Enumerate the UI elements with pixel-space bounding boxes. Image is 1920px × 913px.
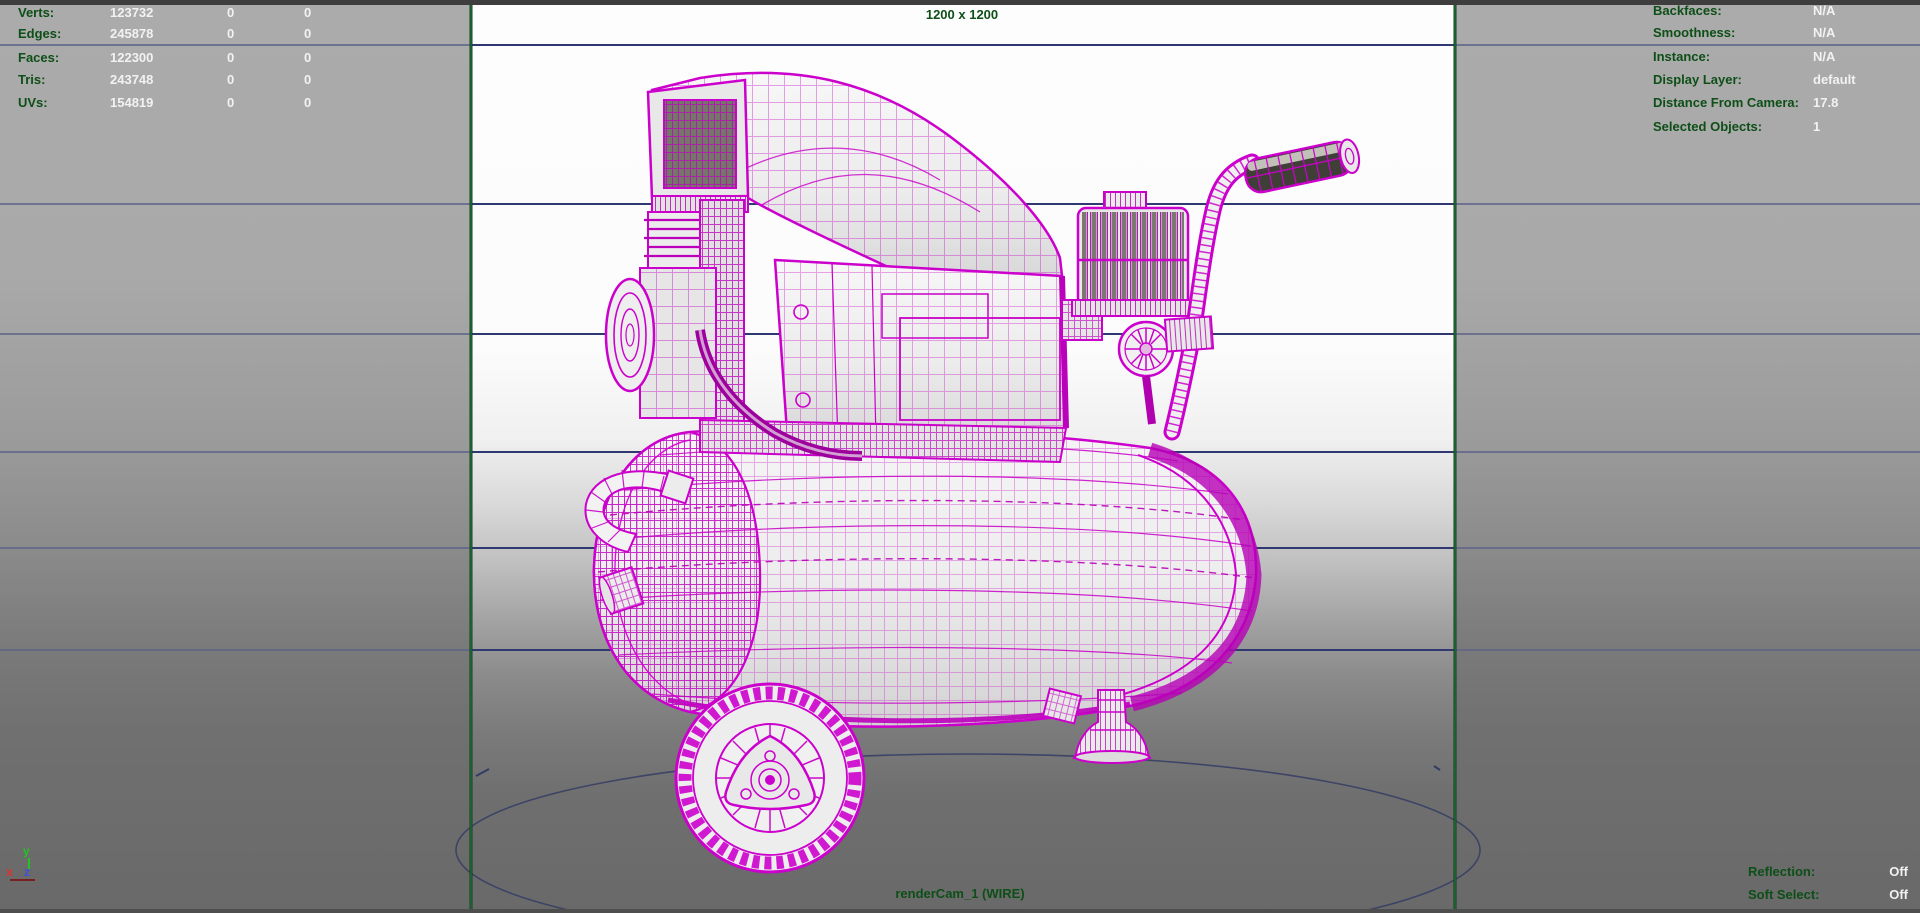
axis-y-label: y	[23, 844, 30, 858]
hud-label: Instance:	[1653, 49, 1711, 64]
hud-value: 0	[227, 5, 235, 20]
hud-value: 17.8	[1813, 95, 1839, 110]
hud-label: Backfaces:	[1653, 3, 1722, 18]
camera-name-label: renderCam_1 (WIRE)	[895, 886, 1025, 901]
hud-label: Tris:	[18, 72, 46, 87]
hud-value: 1	[1813, 119, 1821, 134]
hud-label: Smoothness:	[1653, 25, 1736, 40]
hud-value: 245878	[110, 26, 154, 41]
hud-value: N/A	[1813, 25, 1836, 40]
hud-value: 0	[304, 72, 312, 87]
hud-value: 0	[227, 72, 235, 87]
resolution-gate-label: 1200 x 1200	[925, 7, 999, 22]
model-tank[interactable]	[592, 426, 1262, 728]
viewport-bottom-edge	[0, 909, 1920, 913]
model-wheel[interactable]	[674, 682, 866, 874]
hud-label: Reflection:	[1748, 864, 1816, 879]
axis-x-label: x	[6, 865, 13, 879]
hud-value: 0	[227, 50, 235, 65]
hud-label: Edges:	[18, 26, 62, 41]
hud-value: N/A	[1813, 49, 1836, 64]
hud-label: Soft Select:	[1748, 887, 1820, 902]
hud-value: 0	[227, 95, 235, 110]
hud-label: Distance From Camera:	[1653, 95, 1799, 110]
hud-value: 0	[304, 50, 312, 65]
hud-label: Display Layer:	[1653, 72, 1742, 87]
model-handle[interactable]	[1163, 138, 1362, 441]
hud-value: Off	[1889, 887, 1908, 902]
model-handle-grip[interactable]	[1242, 138, 1362, 195]
hud-value: 0	[227, 26, 235, 41]
hud-value: 0	[304, 26, 312, 41]
viewport-canvas[interactable]: Verts: 123732 0 0 Edges: 245878 0 0 Face…	[0, 0, 1920, 913]
axis-x-line	[10, 879, 35, 881]
hud-value: N/A	[1813, 3, 1836, 18]
hud-label: Selected Objects:	[1653, 119, 1763, 134]
hud-value: 123732	[110, 5, 154, 20]
model-motor-assembly[interactable]	[604, 71, 1069, 464]
hud-value: 122300	[110, 50, 154, 65]
hud-label: Verts:	[18, 5, 55, 20]
hud-value: 0	[304, 5, 312, 20]
hud-label: UVs:	[18, 95, 48, 110]
hud-value: default	[1813, 72, 1856, 87]
gate-border-left	[470, 0, 472, 913]
gate-border-right	[1454, 0, 1456, 913]
axis-z-label: z	[24, 865, 30, 879]
hud-value: 0	[304, 95, 312, 110]
hud-value: 243748	[110, 72, 154, 87]
viewport-top-edge	[0, 0, 1920, 5]
hud-value: Off	[1889, 864, 1908, 879]
hud-label: Faces:	[18, 50, 60, 65]
model-air-compressor[interactable]	[0, 0, 1920, 913]
hud-value: 154819	[110, 95, 154, 110]
